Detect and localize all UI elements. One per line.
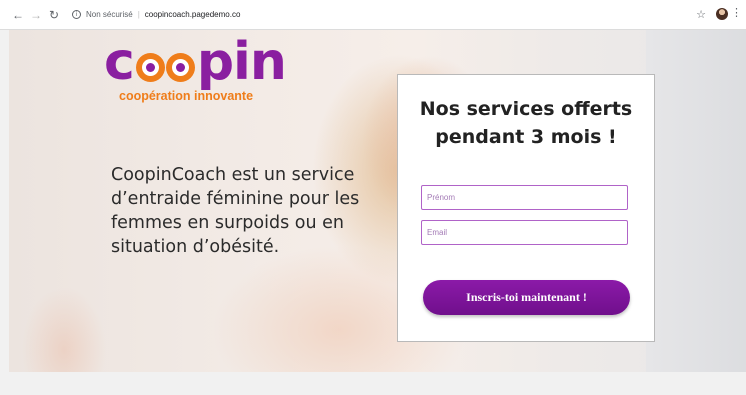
address-bar[interactable]: i Non sécurisé | coopincoach.pagedemo.co	[72, 6, 240, 24]
info-icon[interactable]: i	[72, 10, 81, 19]
address-separator: |	[137, 10, 140, 19]
coopin-logo: c pin coopération innovante	[104, 30, 287, 103]
logo-letters-pin: pin	[196, 32, 287, 92]
kebab-menu-icon[interactable]: ⋮	[731, 7, 742, 19]
forward-arrow-icon[interactable]: →	[28, 7, 44, 23]
logo-wordmark: c pin	[104, 30, 287, 92]
reload-icon[interactable]: ↻	[46, 7, 62, 23]
firstname-input[interactable]	[421, 185, 628, 210]
signup-card: Nos services offerts pendant 3 mois ! In…	[397, 74, 655, 342]
signup-button[interactable]: Inscris-toi maintenant !	[423, 280, 630, 315]
back-arrow-icon[interactable]: ←	[10, 7, 26, 23]
security-label: Non sécurisé	[86, 10, 133, 19]
signup-title: Nos services offerts pendant 3 mois !	[419, 98, 633, 148]
email-input[interactable]	[421, 220, 628, 245]
url-text[interactable]: coopincoach.pagedemo.co	[145, 10, 241, 19]
profile-avatar-icon[interactable]	[716, 8, 728, 20]
owl-eyes-icon	[135, 53, 196, 82]
page-below-fold	[9, 372, 746, 395]
browser-toolbar: ← → ↻ i Non sécurisé | coopincoach.paged…	[0, 0, 746, 30]
hero-description: CoopinCoach est un service d’entraide fé…	[111, 165, 360, 257]
hero-background-panel	[646, 30, 746, 372]
logo-letter-c: c	[104, 32, 135, 92]
star-icon[interactable]: ☆	[696, 8, 706, 21]
